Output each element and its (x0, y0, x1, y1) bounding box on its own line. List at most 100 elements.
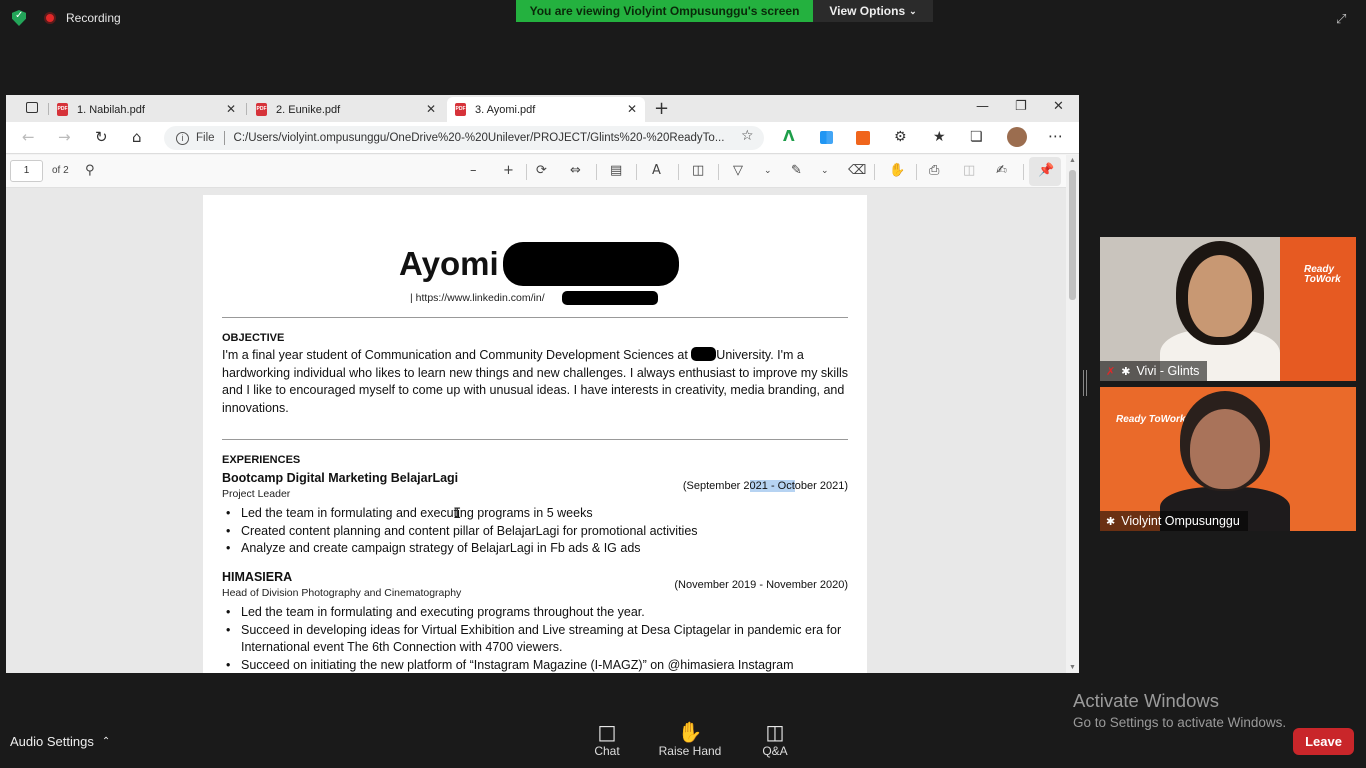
extension-a-icon[interactable]: Λ (783, 127, 799, 145)
close-icon[interactable]: ✕ (426, 102, 436, 116)
exit-fullscreen-icon[interactable]: ⤢ (1336, 12, 1354, 30)
window-close-icon[interactable]: ✕ (1053, 99, 1064, 114)
scroll-down-icon[interactable]: ▼ (1069, 664, 1076, 671)
objective-part1: I'm a final year student of Communicatio… (222, 348, 688, 362)
scroll-up-icon[interactable]: ▲ (1069, 157, 1076, 164)
toolbar-separator (636, 164, 637, 180)
redaction-block (503, 242, 679, 286)
job-date: (November 2019 - November 2020) (674, 579, 848, 591)
scroll-thumb[interactable] (1069, 170, 1076, 300)
tab-eunike[interactable]: PDF 2. Eunike.pdf ✕ (248, 97, 444, 122)
qa-label: Q&A (762, 744, 788, 758)
job-title: Bootcamp Digital Marketing BelajarLagi (222, 471, 459, 485)
view-options-button[interactable]: View Options ⌄ (813, 0, 933, 22)
chat-icon: □ (597, 720, 617, 744)
list-item: Created content planning and content pil… (222, 523, 852, 541)
participant-video-violyint[interactable]: Ready ToWork ✱ Violyint Ompusunggu (1100, 387, 1356, 531)
back-icon[interactable]: ← (22, 128, 35, 146)
toolbar-separator (1023, 164, 1024, 180)
url-field[interactable]: i File C:/Users/violyint.ompusunggu/OneD… (164, 126, 764, 150)
selected-text: 021 - Oct (749, 480, 795, 492)
profile-avatar[interactable] (1007, 127, 1027, 147)
list-item: Led the team in formulating and executin… (222, 505, 852, 523)
browser-window: PDF 1. Nabilah.pdf ✕ PDF 2. Eunike.pdf ✕… (6, 95, 1079, 673)
zoom-in-icon[interactable]: + (503, 163, 514, 178)
info-icon[interactable]: i (176, 131, 189, 145)
more-icon[interactable]: ⋯ (1048, 127, 1063, 145)
restore-icon[interactable]: ❐ (1015, 99, 1027, 114)
pin-toolbar-button[interactable]: 📌 (1029, 157, 1061, 186)
chevron-down-icon: ⌄ (909, 5, 917, 16)
tab-actions-icon[interactable] (26, 102, 38, 113)
job-date: (September 2021 - October 2021) (683, 480, 848, 492)
draw-options-chevron-icon[interactable]: ⌄ (764, 166, 772, 176)
extension-orange-icon[interactable] (856, 131, 870, 145)
toolbar-separator (526, 164, 527, 180)
security-shield-icon[interactable] (12, 10, 26, 26)
read-aloud-icon[interactable]: A (652, 163, 661, 178)
find-icon[interactable]: ⚲ (85, 163, 95, 178)
recording-indicator[interactable]: Recording (12, 10, 121, 26)
forward-icon[interactable]: → (58, 128, 71, 146)
background-banner (1280, 237, 1356, 381)
save-as-icon[interactable]: ✍ (996, 163, 1007, 178)
scrollbar[interactable]: ▲ ▼ (1066, 155, 1079, 673)
pdf-page: Ayomi | https://www.linkedin.com/in/) OB… (203, 195, 867, 673)
address-bar: ← → ↻ ⌂ i File C:/Users/violyint.ompusun… (6, 122, 1079, 154)
recording-label: Recording (66, 11, 121, 25)
url-separator (223, 131, 225, 145)
list-item: Succeed in developing ideas for Virtual … (222, 622, 852, 657)
hand-icon: ✋ (677, 720, 703, 744)
tab-ayomi[interactable]: PDF 3. Ayomi.pdf ✕ (447, 97, 645, 122)
divider (222, 439, 848, 440)
draw-icon[interactable]: ▽ (733, 163, 743, 178)
redaction-block (562, 291, 658, 305)
print-icon[interactable]: ⎙ (929, 163, 939, 178)
chat-button[interactable]: □ Chat (572, 720, 642, 758)
text-icon[interactable]: ◫ (692, 163, 704, 178)
resume-name: Ayomi (399, 245, 499, 282)
objective-text: I'm a final year student of Communicatio… (222, 347, 850, 417)
add-favorite-icon[interactable]: ☆ (741, 128, 754, 144)
pdf-icon: PDF (455, 103, 466, 116)
extensions-icon[interactable]: ⚙ (894, 129, 907, 145)
favorites-icon[interactable]: ★ (933, 129, 946, 145)
collections-icon[interactable]: ❏ (970, 129, 983, 145)
brand-logo: Ready ToWork (1116, 414, 1186, 425)
brand-logo: Ready ToWork (1304, 264, 1341, 285)
tab-bar: PDF 1. Nabilah.pdf ✕ PDF 2. Eunike.pdf ✕… (6, 95, 1079, 122)
panel-resize-handle[interactable] (1083, 370, 1087, 396)
rotate-icon[interactable]: ⟳ (536, 163, 547, 178)
tab-nabilah[interactable]: PDF 1. Nabilah.pdf ✕ (49, 97, 244, 122)
raise-hand-button[interactable]: ✋ Raise Hand (655, 720, 725, 758)
activate-windows-watermark: Activate Windows Go to Settings to activ… (1073, 690, 1286, 730)
leave-button[interactable]: Leave (1293, 728, 1354, 755)
page-number-input[interactable]: 1 (10, 160, 43, 182)
zoom-out-icon[interactable]: – (470, 163, 477, 178)
qa-button[interactable]: ◫ Q&A (740, 720, 810, 758)
qa-icon: ◫ (765, 720, 785, 744)
highlight-icon[interactable]: ✎ (791, 163, 802, 178)
highlight-options-chevron-icon[interactable]: ⌄ (821, 166, 829, 176)
close-icon[interactable]: ✕ (627, 102, 637, 116)
person-face (1190, 409, 1260, 489)
eraser-icon[interactable]: ⌫ (848, 163, 866, 178)
refresh-icon[interactable]: ↻ (95, 128, 108, 146)
new-tab-icon[interactable]: + (654, 98, 669, 119)
page-total: of 2 (52, 165, 69, 176)
home-icon[interactable]: ⌂ (132, 128, 142, 146)
fit-width-icon[interactable]: ⇔ (570, 163, 581, 178)
page-view-icon[interactable]: ▤ (610, 163, 622, 178)
windows-extension-icon[interactable] (820, 131, 833, 144)
minimize-icon[interactable]: — (976, 99, 989, 114)
audio-settings-button[interactable]: Audio Settings ⌃ (10, 734, 110, 749)
toolbar-separator (916, 164, 917, 180)
pdf-viewer[interactable]: Ayomi | https://www.linkedin.com/in/) OB… (6, 188, 1066, 673)
pin-icon: ✱ (1121, 364, 1131, 378)
save-icon[interactable]: ◫ (963, 163, 975, 178)
raise-hand-label: Raise Hand (658, 744, 722, 758)
close-icon[interactable]: ✕ (226, 102, 236, 116)
experiences-heading: EXPERIENCES (222, 454, 301, 466)
touch-icon[interactable]: ✋ (889, 163, 905, 178)
participant-video-vivi[interactable]: Ready ToWork ✗ ✱ Vivi - Glints (1100, 237, 1356, 381)
